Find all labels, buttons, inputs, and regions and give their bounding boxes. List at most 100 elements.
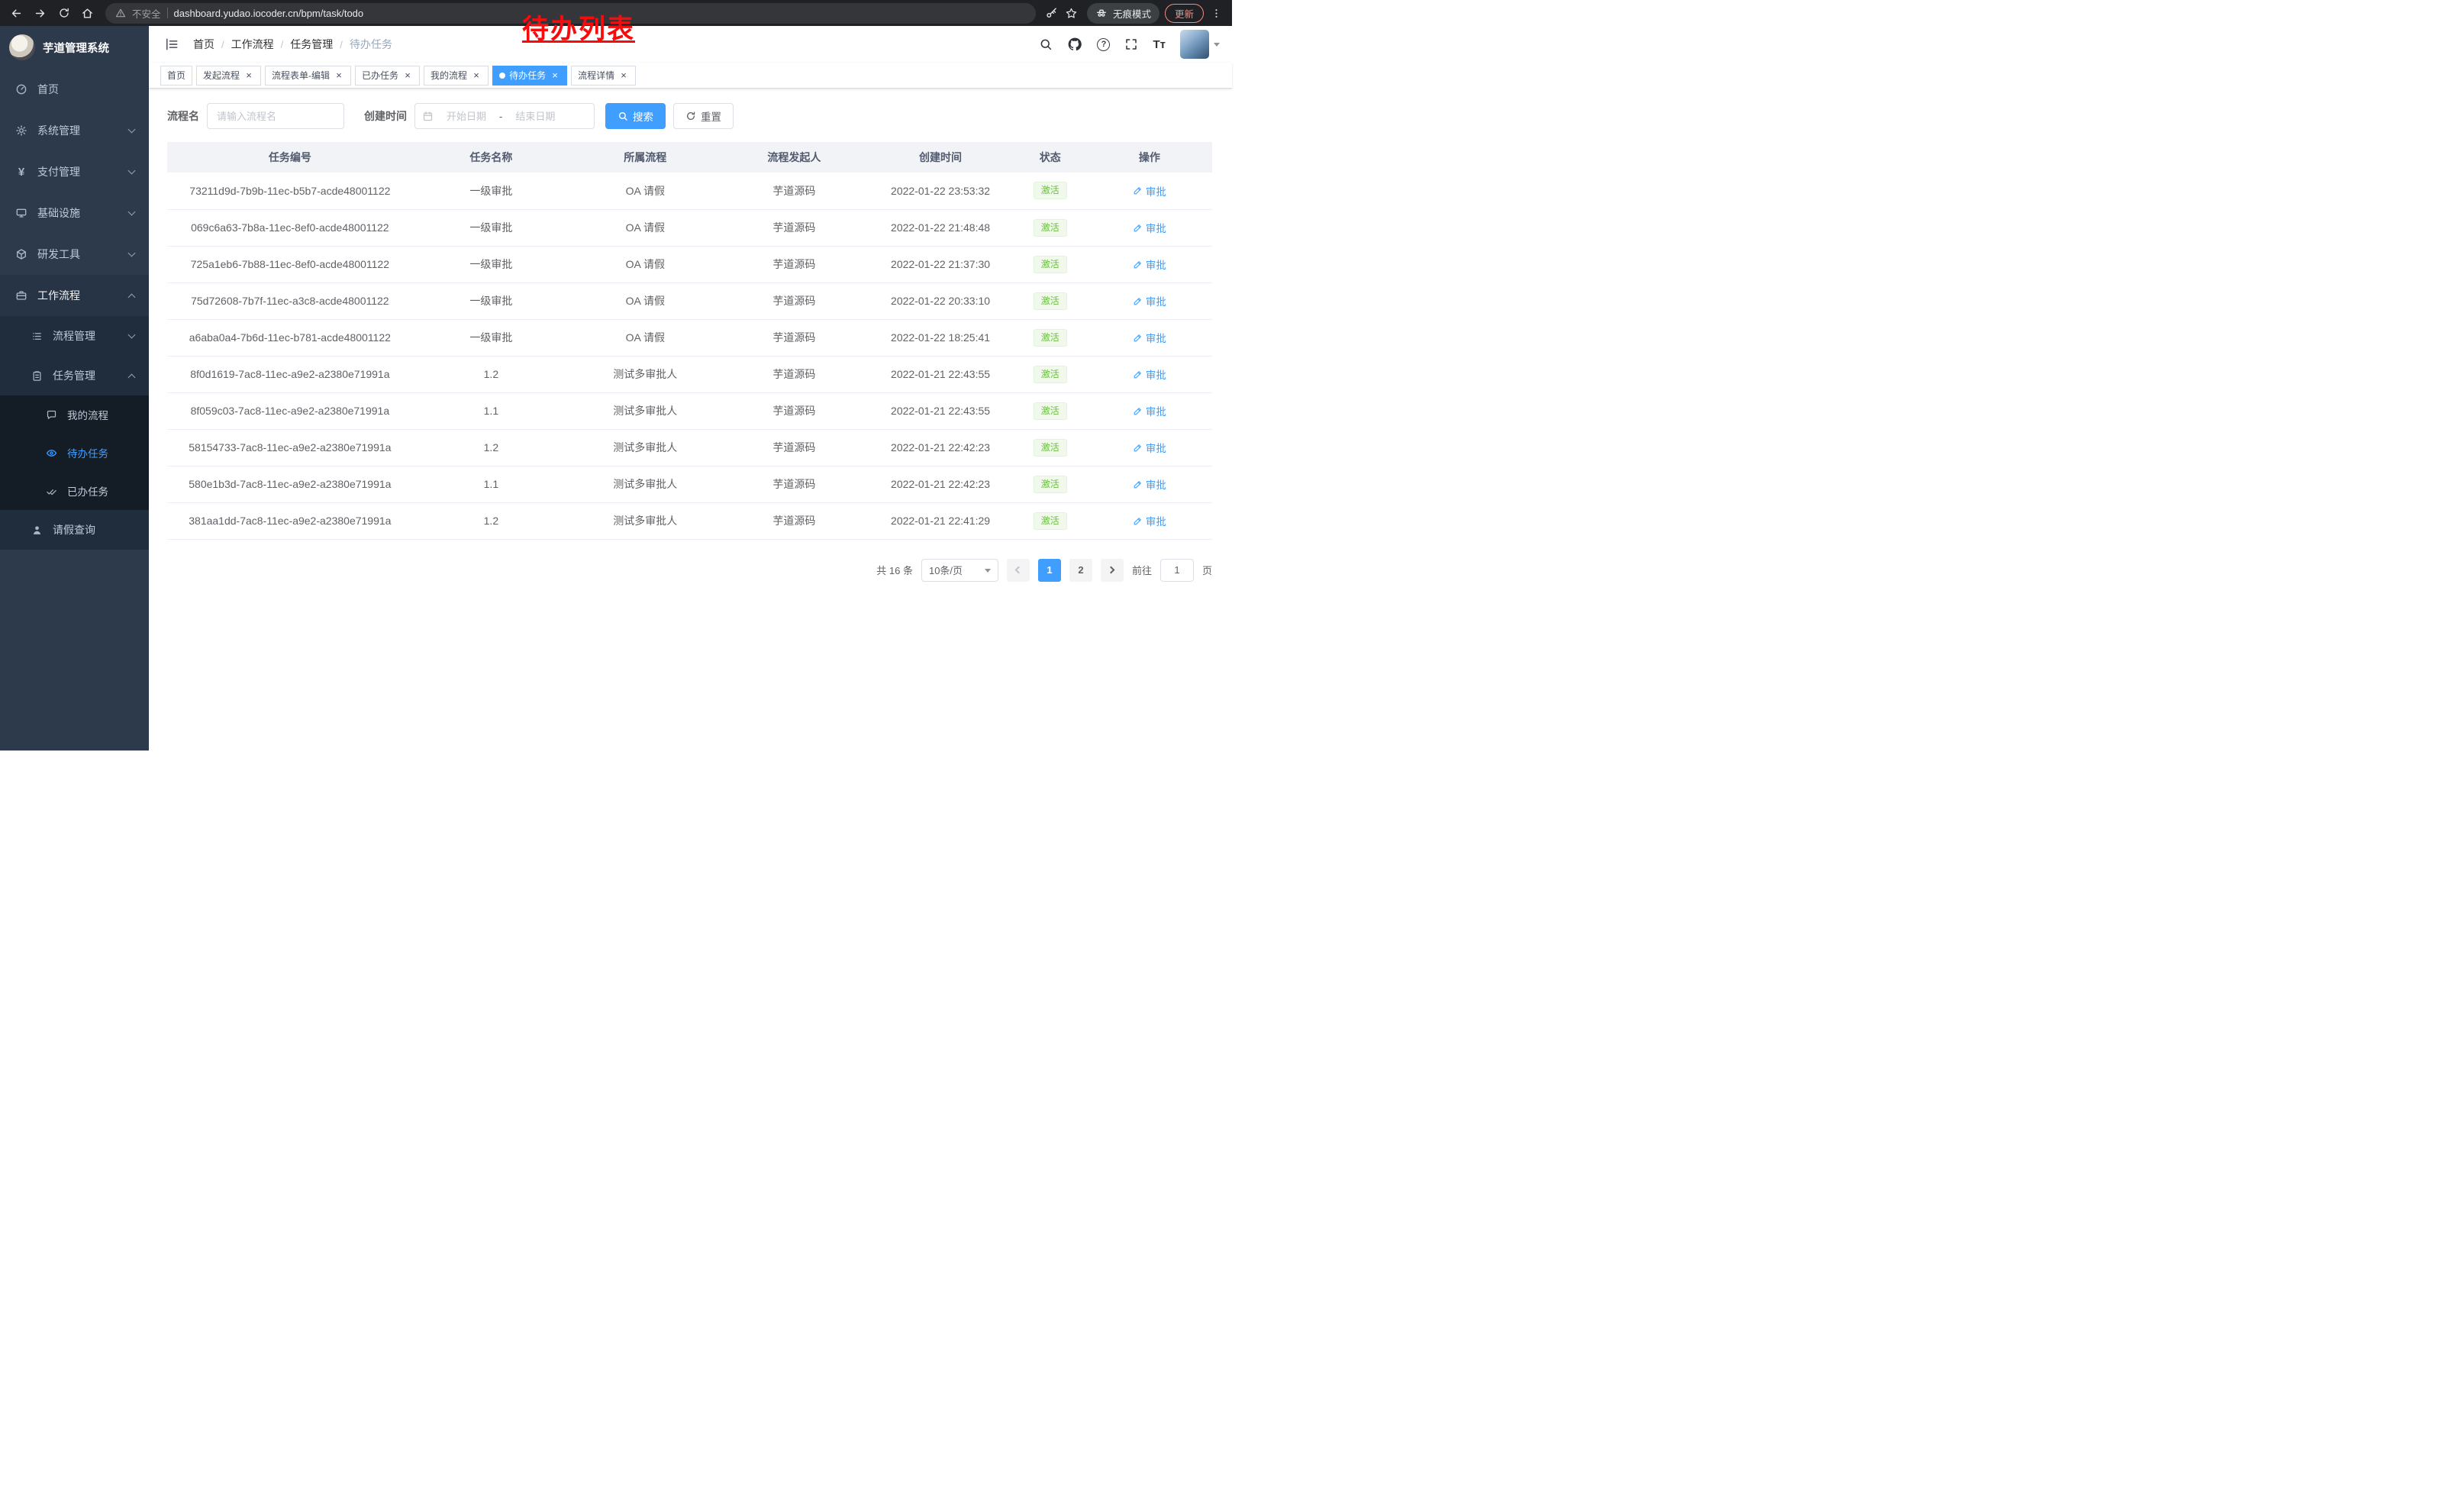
cell-initiator: 芋道源码 xyxy=(721,502,868,539)
page-button-1[interactable]: 1 xyxy=(1038,559,1061,582)
sidebar-item-home[interactable]: 首页 xyxy=(0,69,149,110)
help-icon[interactable]: ? xyxy=(1097,38,1110,51)
end-date-input[interactable] xyxy=(504,111,566,122)
status-badge: 激活 xyxy=(1034,256,1067,273)
reset-button[interactable]: 重置 xyxy=(673,103,734,129)
approve-link[interactable]: 审批 xyxy=(1133,476,1166,492)
range-separator: - xyxy=(499,111,502,122)
cell-created: 2022-01-22 21:48:48 xyxy=(867,209,1014,246)
annotation-overlay: 待办列表 xyxy=(522,8,635,47)
cell-task-name: 一级审批 xyxy=(413,209,569,246)
cell-status: 激活 xyxy=(1014,356,1087,392)
sidebar-item-infrastructure[interactable]: 基础设施 xyxy=(0,192,149,234)
close-icon[interactable]: × xyxy=(471,70,482,81)
cell-task-name: 1.1 xyxy=(413,392,569,429)
next-page-button[interactable] xyxy=(1101,559,1124,582)
avatar xyxy=(1180,30,1209,59)
search-icon[interactable] xyxy=(1039,37,1053,51)
edit-icon xyxy=(1133,516,1143,526)
close-icon[interactable]: × xyxy=(618,70,629,81)
approve-link[interactable]: 审批 xyxy=(1133,220,1166,235)
tab-todo-tasks[interactable]: 待办任务 × xyxy=(492,66,567,86)
back-icon[interactable] xyxy=(6,3,27,24)
cell-status: 激活 xyxy=(1014,392,1087,429)
approve-link[interactable]: 审批 xyxy=(1133,403,1166,418)
tab-home[interactable]: 首页 xyxy=(160,66,192,86)
reload-icon[interactable] xyxy=(53,3,74,24)
cell-process: OA 请假 xyxy=(569,319,721,356)
process-name-input[interactable] xyxy=(207,103,344,129)
cell-task-name: 1.2 xyxy=(413,502,569,539)
sidebar-item-todo-tasks[interactable]: 待办任务 xyxy=(0,434,149,472)
approve-link[interactable]: 审批 xyxy=(1133,330,1166,345)
sidebar-item-system-management[interactable]: 系统管理 xyxy=(0,110,149,151)
sidebar-toggle-icon[interactable] xyxy=(161,37,182,52)
start-date-input[interactable] xyxy=(435,111,498,122)
incognito-label: 无痕模式 xyxy=(1113,6,1151,21)
cell-process: 测试多审批人 xyxy=(569,392,721,429)
bookmark-star-icon[interactable] xyxy=(1062,3,1082,23)
close-icon[interactable]: × xyxy=(550,70,560,81)
cell-status: 激活 xyxy=(1014,246,1087,282)
table-row: 73211d9d-7b9b-11ec-b5b7-acde48001122 一级审… xyxy=(167,173,1212,209)
approve-link[interactable]: 审批 xyxy=(1133,366,1166,382)
close-icon[interactable]: × xyxy=(402,70,413,81)
github-icon[interactable] xyxy=(1067,37,1082,52)
sidebar-item-payment-management[interactable]: ¥ 支付管理 xyxy=(0,151,149,192)
font-size-icon[interactable]: Tт xyxy=(1153,38,1166,51)
cell-initiator: 芋道源码 xyxy=(721,356,868,392)
browser-menu-icon[interactable] xyxy=(1206,3,1226,23)
cell-created: 2022-01-21 22:43:55 xyxy=(867,356,1014,392)
tab-initiate-process[interactable]: 发起流程 × xyxy=(196,66,261,86)
cell-initiator: 芋道源码 xyxy=(721,466,868,502)
breadcrumb-task-management[interactable]: 任务管理 xyxy=(290,37,333,52)
approve-link[interactable]: 审批 xyxy=(1133,293,1166,308)
tab-process-detail[interactable]: 流程详情 × xyxy=(571,66,636,86)
sidebar-item-task-management[interactable]: 任务管理 xyxy=(0,356,149,395)
cell-process: 测试多审批人 xyxy=(569,502,721,539)
close-icon[interactable]: × xyxy=(334,70,344,81)
page-button-2[interactable]: 2 xyxy=(1069,559,1092,582)
update-button[interactable]: 更新 xyxy=(1165,4,1204,23)
sidebar-item-done-tasks[interactable]: 已办任务 xyxy=(0,472,149,510)
todo-task-icon xyxy=(44,447,58,459)
sidebar-item-process-management[interactable]: 流程管理 xyxy=(0,316,149,356)
cell-task-id: 73211d9d-7b9b-11ec-b5b7-acde48001122 xyxy=(167,173,413,209)
tab-done-tasks[interactable]: 已办任务 × xyxy=(355,66,420,86)
goto-page-input[interactable] xyxy=(1160,559,1194,582)
approve-link[interactable]: 审批 xyxy=(1133,257,1166,272)
approve-link[interactable]: 审批 xyxy=(1133,440,1166,455)
close-icon[interactable]: × xyxy=(243,70,254,81)
breadcrumb-workflow[interactable]: 工作流程 xyxy=(231,37,274,52)
approve-label: 审批 xyxy=(1146,220,1166,235)
col-status: 状态 xyxy=(1014,142,1087,173)
search-button[interactable]: 搜索 xyxy=(605,103,666,129)
approve-label: 审批 xyxy=(1146,513,1166,528)
password-key-icon[interactable] xyxy=(1042,3,1062,23)
sidebar-item-my-process[interactable]: 我的流程 xyxy=(0,395,149,434)
table-row: 381aa1dd-7ac8-11ec-a9e2-a2380e71991a 1.2… xyxy=(167,502,1212,539)
sidebar-item-workflow[interactable]: 工作流程 xyxy=(0,275,149,316)
fullscreen-icon[interactable] xyxy=(1124,37,1138,51)
chevron-left-icon xyxy=(1015,567,1023,574)
page-size-select[interactable]: 10条/页 xyxy=(921,559,998,582)
col-action: 操作 xyxy=(1087,142,1212,173)
app-header: 首页 / 工作流程 / 任务管理 / 待办任务 ? xyxy=(149,26,1232,63)
sidebar-item-leave-query[interactable]: 请假查询 xyxy=(0,510,149,550)
forward-icon[interactable] xyxy=(30,3,50,24)
approve-label: 审批 xyxy=(1146,257,1166,272)
home-icon[interactable] xyxy=(77,3,98,24)
tabs-bar: 首页 发起流程 × 流程表单-编辑 × 已办任务 × 我的流程 × 待办任务 × xyxy=(149,63,1232,89)
prev-page-button[interactable] xyxy=(1007,559,1030,582)
logo[interactable]: 芋道管理系统 xyxy=(0,26,149,69)
sidebar-item-dev-tools[interactable]: 研发工具 xyxy=(0,234,149,275)
approve-link[interactable]: 审批 xyxy=(1133,183,1166,199)
date-range-picker[interactable]: - xyxy=(414,103,595,129)
user-avatar[interactable] xyxy=(1180,30,1220,59)
approve-link[interactable]: 审批 xyxy=(1133,513,1166,528)
tab-my-process[interactable]: 我的流程 × xyxy=(424,66,489,86)
breadcrumb-home[interactable]: 首页 xyxy=(193,37,214,52)
tab-process-form-edit[interactable]: 流程表单-编辑 × xyxy=(265,66,351,86)
insecure-warning-icon xyxy=(115,8,126,18)
cell-action: 审批 xyxy=(1087,502,1212,539)
